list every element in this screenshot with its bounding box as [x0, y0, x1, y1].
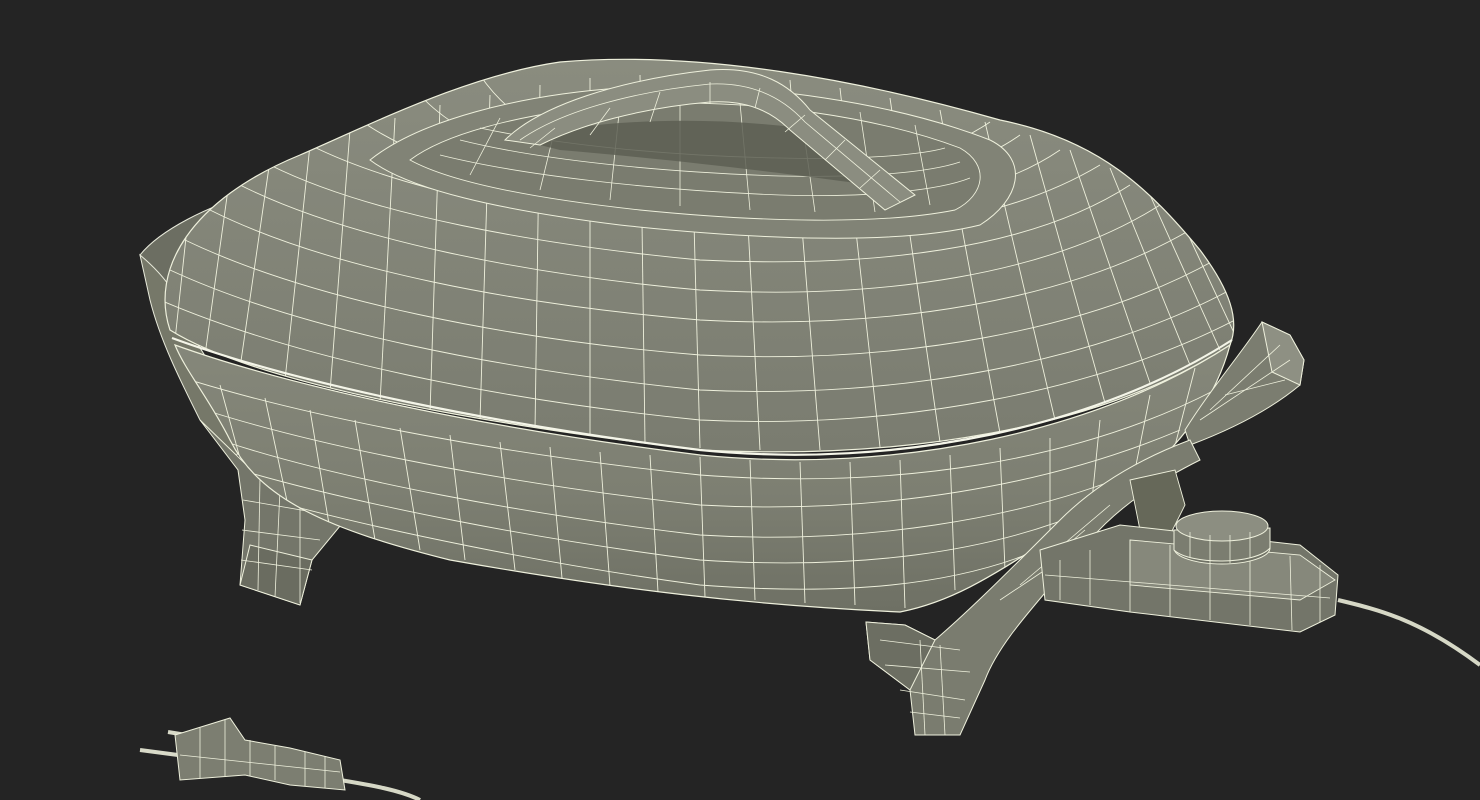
skillet-render	[139, 58, 1480, 800]
render-viewport	[0, 0, 1480, 800]
plug	[139, 717, 346, 791]
